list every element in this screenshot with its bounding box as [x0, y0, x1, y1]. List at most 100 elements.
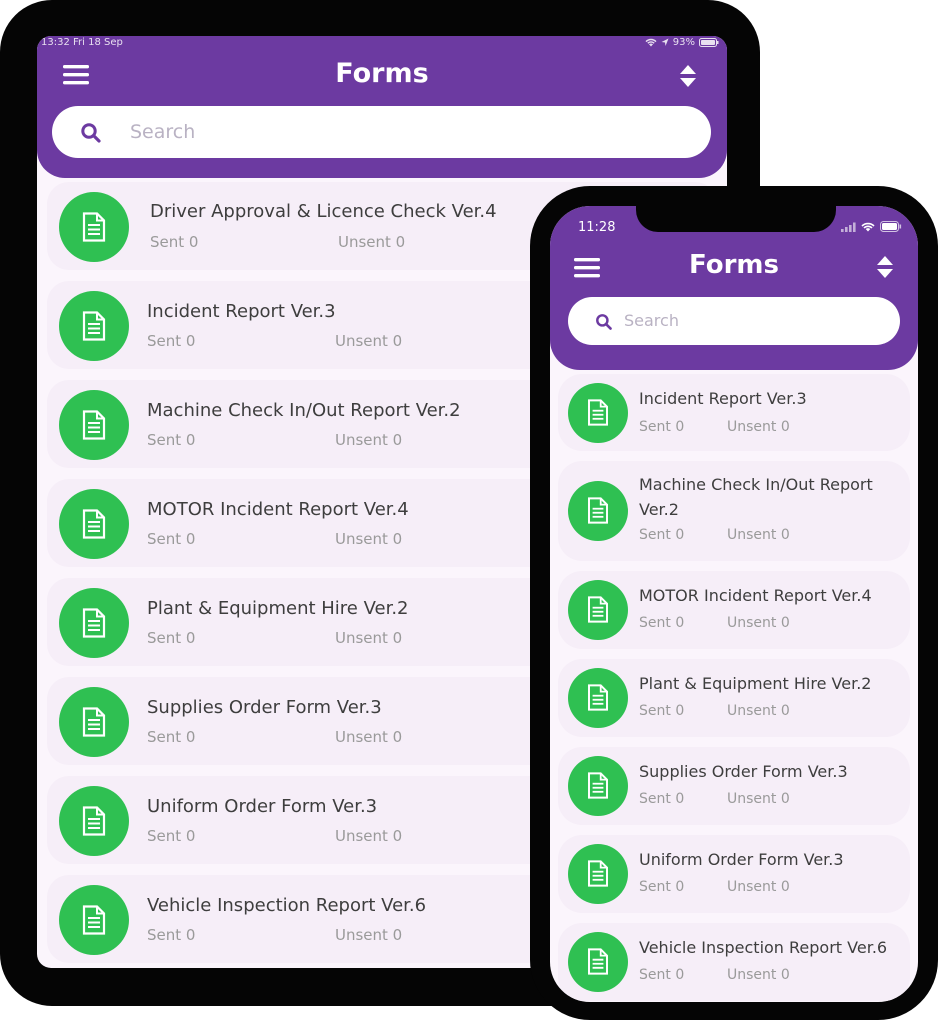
form-icon-circle [568, 668, 628, 728]
phone-status-time: 11:28 [578, 220, 616, 235]
document-icon [82, 806, 106, 836]
form-list-item[interactable]: Plant & Equipment Hire Ver.2 Sent 0 Unse… [558, 659, 910, 737]
form-name: Machine Check In/Out Report Ver.2 [639, 475, 873, 519]
form-name: Supplies Order Form Ver.3 [639, 762, 848, 781]
phone-screen: 11:28 Forms Search Incident Report Ver.3… [550, 206, 918, 1002]
sort-icon [877, 256, 893, 278]
form-unsent-count: Unsent 0 [335, 332, 403, 350]
document-icon [588, 596, 608, 623]
form-name: Vehicle Inspection Report Ver.6 [639, 938, 888, 957]
form-icon-circle [59, 489, 129, 559]
form-name: Incident Report Ver.3 [639, 389, 807, 408]
form-unsent-count: Unsent 0 [335, 530, 403, 548]
document-icon [588, 860, 608, 887]
form-sent-count: Sent 0 [639, 791, 685, 807]
form-sent-count: Sent 0 [150, 233, 199, 251]
phone-forms-list: Incident Report Ver.3 Sent 0 Unsent 0 Ma… [558, 374, 910, 1002]
battery-icon [880, 221, 902, 232]
form-sent-count: Sent 0 [147, 926, 196, 944]
tablet-search-input[interactable]: Search [52, 106, 711, 158]
tablet-battery-percent: 93% [672, 37, 695, 48]
form-unsent-count: Unsent 0 [727, 967, 790, 983]
tablet-status-right: 93% [645, 37, 719, 48]
form-icon-circle [568, 756, 628, 816]
form-icon-circle [59, 588, 129, 658]
form-icon-circle [59, 291, 129, 361]
form-unsent-count: Unsent 0 [335, 431, 403, 449]
location-icon [661, 38, 669, 46]
tablet-header: 13:32 Fri 18 Sep 93% Forms Search [37, 36, 727, 178]
form-sent-count: Sent 0 [639, 703, 685, 719]
document-icon [82, 707, 106, 737]
document-icon [82, 608, 106, 638]
search-icon [81, 123, 101, 143]
cellular-signal-icon [841, 222, 856, 232]
tablet-status-time: 13:32 [41, 37, 70, 48]
form-unsent-count: Unsent 0 [727, 879, 790, 895]
form-sent-count: Sent 0 [147, 728, 196, 746]
form-unsent-count: Unsent 0 [727, 703, 790, 719]
form-name: Incident Report Ver.3 [147, 301, 336, 322]
form-unsent-count: Unsent 0 [335, 728, 403, 746]
form-list-item[interactable]: Incident Report Ver.3 Sent 0 Unsent 0 [558, 374, 910, 451]
phone-page-title: Forms [689, 250, 779, 280]
form-name: Uniform Order Form Ver.3 [639, 850, 844, 869]
form-icon-circle [59, 390, 129, 460]
form-list-item[interactable]: Machine Check In/Out Report Ver.2 Sent 0… [558, 461, 910, 561]
document-icon [82, 509, 106, 539]
form-icon-circle [59, 192, 129, 262]
form-sent-count: Sent 0 [147, 530, 196, 548]
sort-icon [680, 65, 696, 87]
document-icon [588, 399, 608, 426]
form-list-item[interactable]: Supplies Order Form Ver.3 Sent 0 Unsent … [558, 747, 910, 825]
phone-search-input[interactable]: Search [568, 297, 900, 345]
form-list-item[interactable]: Vehicle Inspection Report Ver.6 Sent 0 U… [558, 923, 910, 1001]
tablet-page-title: Forms [335, 58, 429, 89]
form-icon-circle [568, 383, 628, 443]
form-unsent-count: Unsent 0 [335, 827, 403, 845]
phone-notch [636, 206, 836, 232]
document-icon [82, 311, 106, 341]
tablet-status-left: 13:32 Fri 18 Sep [41, 37, 123, 48]
form-name: MOTOR Incident Report Ver.4 [639, 586, 872, 605]
form-unsent-count: Unsent 0 [727, 615, 790, 631]
form-sent-count: Sent 0 [147, 827, 196, 845]
form-name: Vehicle Inspection Report Ver.6 [147, 895, 427, 916]
form-sent-count: Sent 0 [147, 332, 196, 350]
document-icon [588, 772, 608, 799]
tablet-sort-button[interactable] [679, 64, 697, 88]
form-unsent-count: Unsent 0 [335, 629, 403, 647]
phone-header: 11:28 Forms Search [550, 206, 918, 370]
form-name: Supplies Order Form Ver.3 [147, 697, 382, 718]
document-icon [588, 497, 608, 524]
battery-icon [699, 38, 719, 47]
wifi-icon [645, 38, 657, 47]
form-list-item[interactable]: MOTOR Incident Report Ver.4 Sent 0 Unsen… [558, 571, 910, 649]
phone-device: 11:28 Forms Search Incident Report Ver.3… [530, 186, 938, 1020]
form-icon-circle [568, 844, 628, 904]
form-icon-circle [568, 580, 628, 640]
form-sent-count: Sent 0 [147, 629, 196, 647]
form-name: MOTOR Incident Report Ver.4 [147, 499, 409, 520]
phone-search-placeholder: Search [624, 311, 679, 330]
form-icon-circle [59, 885, 129, 955]
form-sent-count: Sent 0 [639, 967, 685, 983]
form-sent-count: Sent 0 [147, 431, 196, 449]
document-icon [82, 905, 106, 935]
form-name: Plant & Equipment Hire Ver.2 [639, 674, 872, 693]
form-unsent-count: Unsent 0 [338, 233, 406, 251]
form-unsent-count: Unsent 0 [335, 926, 403, 944]
form-unsent-count: Unsent 0 [727, 791, 790, 807]
form-unsent-count: Unsent 0 [727, 527, 790, 543]
phone-sort-button[interactable] [876, 255, 894, 279]
form-sent-count: Sent 0 [639, 419, 685, 435]
form-icon-circle [568, 932, 628, 992]
document-icon [82, 212, 106, 242]
form-sent-count: Sent 0 [639, 879, 685, 895]
form-icon-circle [568, 481, 628, 541]
wifi-icon [861, 222, 875, 231]
form-sent-count: Sent 0 [639, 615, 685, 631]
form-name: Uniform Order Form Ver.3 [147, 796, 378, 817]
form-list-item[interactable]: Uniform Order Form Ver.3 Sent 0 Unsent 0 [558, 835, 910, 913]
form-name: Driver Approval & Licence Check Ver.4 [150, 201, 497, 222]
